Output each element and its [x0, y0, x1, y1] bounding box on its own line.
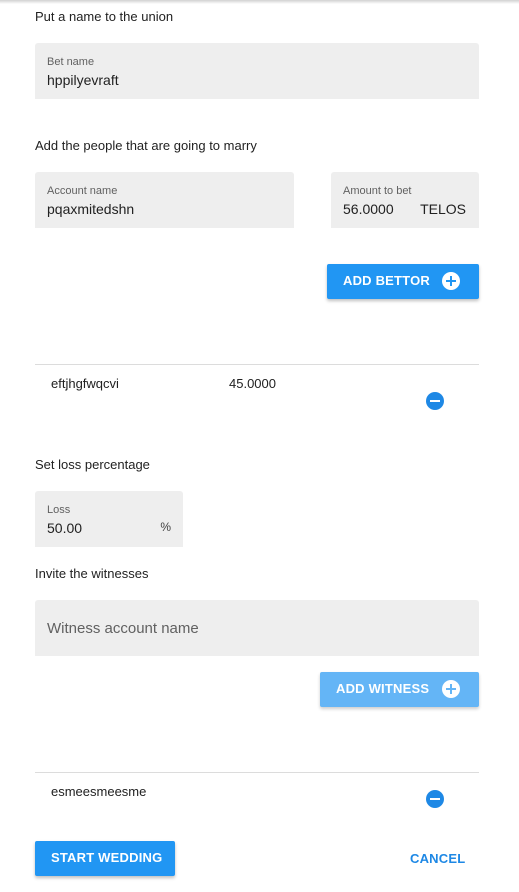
- amount-field[interactable]: Amount to bet 56.0000 TELOS: [331, 172, 479, 228]
- add-witness-label: ADD WITNESS: [336, 681, 430, 696]
- amount-label: Amount to bet: [343, 185, 412, 197]
- add-bettor-label: ADD BETTOR: [343, 273, 430, 288]
- bettor-list-divider: [35, 364, 479, 365]
- account-name-label: Account name: [47, 185, 118, 197]
- bettor-account: eftjhgfwqcvi: [51, 376, 119, 391]
- remove-bettor-icon[interactable]: [426, 392, 444, 410]
- witness-list-divider: [35, 772, 479, 773]
- witnesses-section-label: Invite the witnesses: [35, 566, 149, 581]
- plus-circle-icon: [442, 680, 460, 698]
- bet-name-field[interactable]: Bet name hppilyevraft: [35, 43, 479, 99]
- account-name-value: pqaxmitedshn: [47, 201, 135, 217]
- amount-value: 56.0000: [343, 201, 394, 217]
- account-name-field[interactable]: Account name pqaxmitedshn: [35, 172, 294, 228]
- union-section-label: Put a name to the union: [35, 9, 174, 24]
- witness-account-input[interactable]: Witness account name: [35, 600, 479, 656]
- plus-circle-icon: [442, 272, 460, 290]
- amount-suffix: TELOS: [420, 201, 466, 217]
- remove-witness-icon[interactable]: [426, 790, 444, 808]
- witness-account: esmeesmeesme: [51, 784, 147, 799]
- start-wedding-button[interactable]: START WEDDING: [35, 841, 175, 876]
- cancel-button[interactable]: CANCEL: [410, 851, 465, 866]
- bet-name-value: hppilyevraft: [47, 72, 119, 88]
- add-witness-button[interactable]: ADD WITNESS: [320, 672, 479, 707]
- top-shadow: [0, 0, 519, 4]
- bet-name-label: Bet name: [47, 56, 95, 68]
- bettor-amount: 45.0000: [229, 376, 276, 391]
- loss-field[interactable]: Loss 50.00 %: [35, 491, 183, 547]
- people-section-label: Add the people that are going to marry: [35, 138, 257, 153]
- loss-value: 50.00: [47, 520, 83, 536]
- start-wedding-label: START WEDDING: [51, 850, 163, 865]
- add-bettor-button[interactable]: ADD BETTOR: [327, 264, 479, 299]
- loss-suffix: %: [160, 520, 171, 534]
- witness-input-placeholder: Witness account name: [47, 620, 199, 637]
- loss-label: Loss: [47, 504, 71, 516]
- loss-section-label: Set loss percentage: [35, 457, 150, 472]
